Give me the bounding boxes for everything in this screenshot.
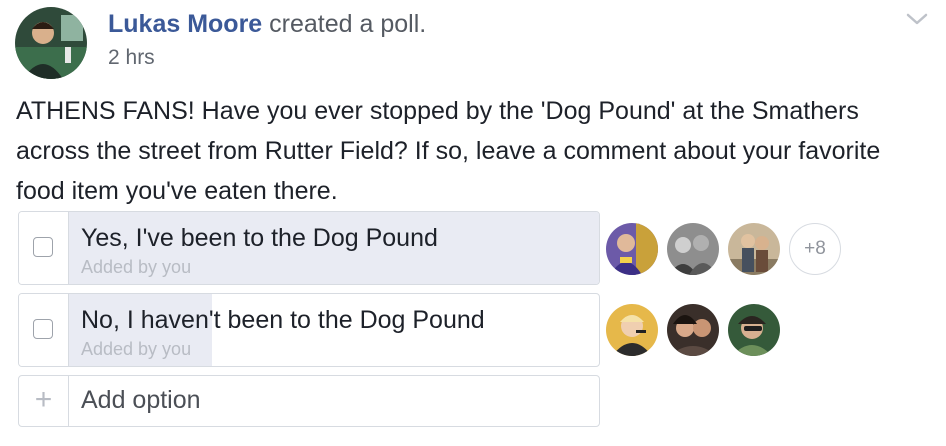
poll-checkbox-cell — [19, 294, 69, 366]
add-option-field[interactable]: + — [18, 375, 601, 427]
poll-option-label: No, I haven't been to the Dog Pound — [81, 306, 485, 334]
poll-option-no[interactable]: No, I haven't been to the Dog Pound Adde… — [18, 293, 600, 367]
poll-option-added-by: Added by you — [81, 339, 192, 359]
voter-avatar[interactable] — [728, 223, 780, 275]
poll-option-yes[interactable]: Yes, I've been to the Dog Pound Added by… — [18, 211, 600, 285]
post-timestamp[interactable]: 2 hrs — [108, 46, 155, 70]
voter-avatar[interactable] — [667, 223, 719, 275]
post-action-text: created a poll. — [269, 10, 427, 38]
poll-checkbox-cell — [19, 212, 69, 284]
voter-avatar[interactable] — [606, 304, 658, 356]
plus-icon: + — [19, 376, 69, 426]
more-voters-badge[interactable]: +8 — [789, 223, 841, 275]
author-line: Lukas Moore created a poll. — [108, 10, 426, 39]
post-header: Lukas Moore created a poll. 2 hrs — [12, 4, 932, 80]
chevron-down-icon[interactable] — [902, 4, 932, 34]
voter-avatar[interactable] — [667, 304, 719, 356]
poll-checkbox[interactable] — [33, 319, 53, 339]
poll-checkbox[interactable] — [33, 237, 53, 257]
add-option-input[interactable] — [71, 376, 601, 424]
author-avatar[interactable] — [15, 7, 87, 79]
poll-option-added-by: Added by you — [81, 257, 192, 277]
post-body-text: ATHENS FANS! Have you ever stopped by th… — [16, 97, 881, 205]
poll-option-label: Yes, I've been to the Dog Pound — [81, 224, 438, 252]
author-name-link[interactable]: Lukas Moore — [108, 10, 262, 38]
voter-avatar[interactable] — [606, 223, 658, 275]
voter-avatar[interactable] — [728, 304, 780, 356]
